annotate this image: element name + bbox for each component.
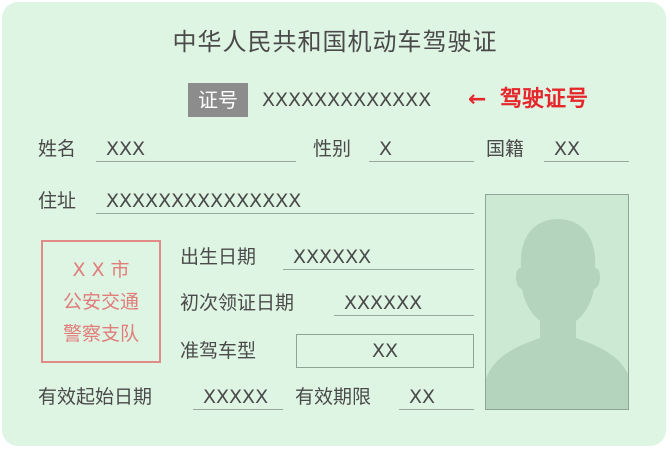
birth-label: 出生日期 — [180, 246, 257, 268]
first-issue-label: 初次领证日期 — [180, 292, 295, 314]
valid-from-label: 有效起始日期 — [38, 386, 153, 408]
nationality-label: 国籍 — [486, 138, 525, 160]
stamp-line-2: 公安交通 — [62, 291, 139, 313]
valid-period-label: 有效期限 — [295, 386, 372, 408]
cert-no-value: XXXXXXXXXXXXX — [262, 89, 432, 111]
arrow-left-icon: ← — [468, 87, 487, 112]
name-label: 姓名 — [38, 138, 77, 160]
valid-from-value: XXXXX — [193, 385, 283, 410]
address-value: XXXXXXXXXXXXXXX — [96, 189, 474, 214]
vehicle-class-value: XX — [296, 334, 474, 368]
portrait-photo — [485, 194, 629, 410]
birth-value: XXXXXX — [283, 245, 474, 270]
person-silhouette-icon — [486, 219, 628, 409]
vehicle-class-label: 准驾车型 — [180, 340, 257, 362]
first-issue-value: XXXXXX — [334, 291, 474, 316]
cert-no-annotation: 驾驶证号 — [500, 87, 589, 112]
name-value: XXX — [96, 137, 296, 162]
nationality-value: XX — [544, 137, 629, 162]
cert-no-label: 证号 — [188, 83, 248, 117]
stamp-line-1: X X 市 — [72, 259, 130, 281]
address-label: 住址 — [38, 190, 77, 212]
stamp-line-3: 警察支队 — [62, 323, 139, 345]
sex-value: X — [369, 137, 474, 162]
sex-label: 性别 — [313, 138, 352, 160]
card-title: 中华人民共和国机动车驾驶证 — [172, 28, 498, 56]
valid-period-value: XX — [399, 385, 474, 410]
police-stamp: X X 市 公安交通 警察支队 — [41, 240, 161, 363]
